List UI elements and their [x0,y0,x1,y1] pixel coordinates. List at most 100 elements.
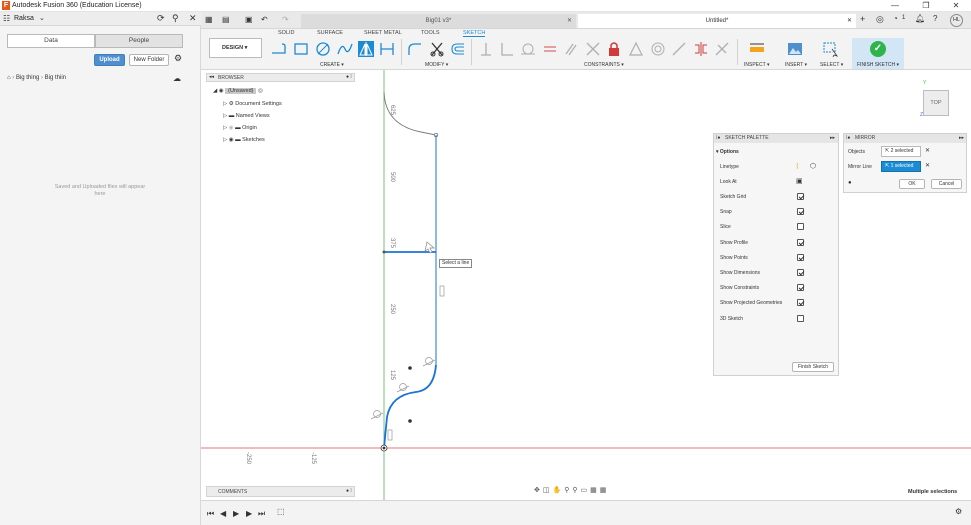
save-icon[interactable]: ▣ [245,15,253,24]
gear-icon[interactable]: ⚙ [174,53,182,64]
linetype-centerline-icon[interactable]: ⬡ [810,162,816,170]
tab-document[interactable]: Big01 v3* ✕ [301,14,576,28]
grip-icon[interactable]: ⁞● [716,135,720,141]
tab-tools[interactable]: TOOLS [421,30,440,36]
grip-icon[interactable]: ⁞● [846,135,850,141]
symmetry-icon[interactable] [693,41,709,57]
close-panel-icon[interactable]: ✕ [189,13,197,24]
pan-icon[interactable]: ✋ [553,487,565,494]
tree-item[interactable]: ▷ ⚙ Document Settings [223,101,282,107]
tab-sketch[interactable]: SKETCH [463,30,486,37]
measure-icon[interactable] [749,41,765,57]
slice-checkbox[interactable] [797,223,804,230]
tab-people[interactable]: People [95,34,183,48]
expand-icon[interactable]: ▸▸ [959,135,964,141]
sketch-grid-checkbox[interactable] [797,193,804,200]
vertical-constraint-icon[interactable] [439,285,445,297]
show-dimensions-checkbox[interactable] [797,269,804,276]
file-icon[interactable]: ▤ [222,15,230,24]
trim-tool-icon[interactable] [429,41,445,57]
new-tab-icon[interactable]: + [860,14,865,24]
minimize-button[interactable]: — [880,0,910,12]
tree-item[interactable]: ▷ ◉ ▬ Sketches [223,137,265,143]
new-folder-button[interactable]: New Folder [129,54,169,66]
browser-options-icon[interactable]: ● ⁞ [346,74,352,80]
cloud-icon[interactable]: ☁ [173,74,181,83]
select-menu[interactable]: SELECT ▾ [820,62,843,68]
redo-icon[interactable]: ↷ [282,15,289,24]
select-icon[interactable] [823,41,839,57]
grid-settings-icon[interactable]: ▦ [590,487,600,494]
snap-checkbox[interactable] [797,208,804,215]
home-icon[interactable]: ⌂ [7,75,11,81]
fix-icon[interactable] [714,41,730,57]
viewports-icon[interactable]: ▦ [600,487,610,494]
horizontal-constraint-icon[interactable] [478,41,494,57]
rectangle-tool-icon[interactable] [293,41,309,57]
bell-icon[interactable]: 🔔︎ [915,14,925,23]
refresh-icon[interactable]: ⟳ [157,13,165,24]
eye-icon[interactable]: ◉ [229,137,234,143]
cancel-button[interactable]: Cancel [931,179,962,189]
line-tool-icon[interactable] [271,41,287,57]
options-section[interactable]: ▾ Options [716,149,739,155]
team-name[interactable]: Raksa [14,15,34,22]
undo-icon[interactable]: ↶ [261,15,268,24]
lock-icon[interactable] [606,41,622,57]
clear-objects-icon[interactable]: ✕ [925,147,930,154]
close-tab-icon[interactable]: ✕ [567,14,572,28]
sketch-point[interactable] [408,419,412,423]
help-icon[interactable]: ? [933,14,937,23]
display-settings-icon[interactable]: ▭ [581,487,591,494]
sketch-feature-icon[interactable]: ⬚ [277,507,285,516]
midpoint-icon[interactable] [671,41,687,57]
tree-item[interactable]: ▷ ▬ Named Views [223,113,270,119]
breadcrumb-item[interactable]: Big thing [16,75,39,81]
spline-tool-icon[interactable] [337,41,353,57]
eye-icon[interactable]: ◉ [219,88,224,94]
radio-icon[interactable]: ◎ [258,88,263,94]
tab-document-active[interactable]: Untitled* ✕ [578,14,856,28]
show-constraints-checkbox[interactable] [797,284,804,291]
parallel-icon[interactable] [563,41,579,57]
collinear-icon[interactable] [585,41,601,57]
info-icon[interactable]: ● [848,180,852,186]
tab-solid[interactable]: SOLID [278,30,295,36]
orbit-icon[interactable]: ✥ [534,487,543,494]
concentric-icon[interactable] [650,41,666,57]
vertical-constraint-icon[interactable] [387,429,393,441]
fit-icon[interactable]: ⚲ [572,487,580,494]
step-forward-icon[interactable]: ▶ [246,509,252,518]
clear-mirror-line-icon[interactable]: ✕ [925,162,930,169]
jobs-icon[interactable]: ◔ [893,14,898,23]
sketch-point[interactable] [382,250,386,254]
upload-button[interactable]: Upload [94,54,125,66]
go-to-end-icon[interactable]: ⏭ [258,509,265,519]
viewcube[interactable]: TOP [923,90,949,116]
equal-icon[interactable] [542,41,558,57]
workspace-switcher[interactable]: DESIGN ▾ [209,38,262,58]
triangle-icon[interactable] [628,41,644,57]
insert-image-icon[interactable] [787,41,803,57]
eye-hidden-icon[interactable]: ◉ [229,125,234,131]
look-at-icon[interactable]: ▣ [796,177,803,185]
step-back-icon[interactable]: ◀ [220,509,226,518]
look-at-icon[interactable]: ◫ [543,487,553,494]
checkmark-icon[interactable]: ✓ [870,41,886,57]
play-icon[interactable]: ▶ [233,509,239,518]
finish-sketch-menu[interactable]: FINISH SKETCH ▾ [857,62,899,68]
go-to-start-icon[interactable]: ⏮ [207,509,214,519]
collapse-icon[interactable]: ◂◂ [209,74,214,80]
offset-curve-icon[interactable] [450,41,466,57]
tree-item[interactable]: ▷ ◉ ▬ Origin [223,125,257,131]
extensions-icon[interactable]: ◎ [876,14,884,25]
mirror-tool-icon[interactable] [358,41,374,57]
perpendicular-icon[interactable] [499,41,515,57]
linetype-construction-icon[interactable]: ⟨ [796,162,799,170]
chevron-down-icon[interactable]: ⌄ [39,14,45,22]
grid-menu-icon[interactable]: ▦ [205,15,213,24]
tree-root[interactable]: ◢ ◉ (Unsaved) ◎ [213,88,263,94]
timeline-settings-icon[interactable]: ⚙ [955,507,962,516]
insert-menu[interactable]: INSERT ▾ [785,62,807,68]
close-window-button[interactable]: ✕ [941,0,971,12]
